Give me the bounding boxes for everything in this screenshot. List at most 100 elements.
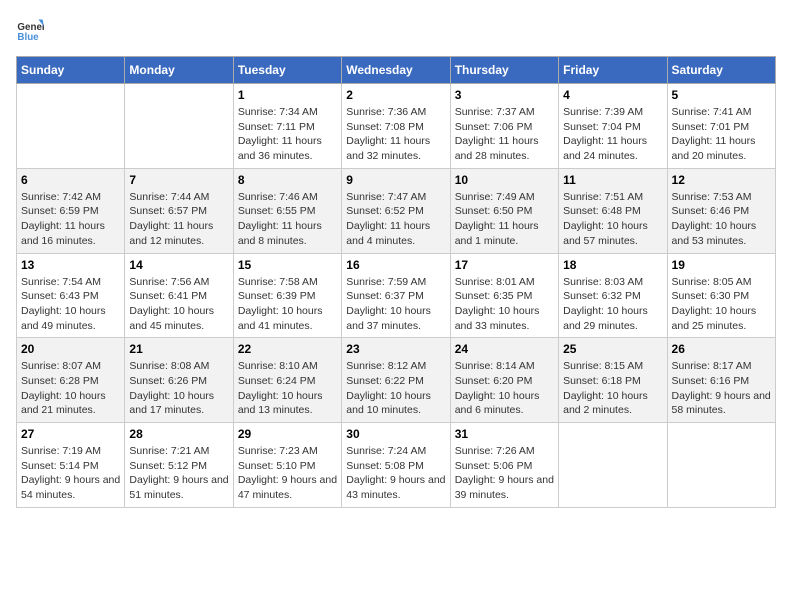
calendar-cell: 30 Sunrise: 7:24 AM Sunset: 5:08 PM Dayli… <box>342 423 450 508</box>
day-number: 31 <box>455 427 554 441</box>
calendar-cell: 5 Sunrise: 7:41 AM Sunset: 7:01 PM Daylig… <box>667 84 775 169</box>
day-info: Sunrise: 8:15 AM Sunset: 6:18 PM Dayligh… <box>563 359 662 418</box>
calendar-cell: 17 Sunrise: 8:01 AM Sunset: 6:35 PM Dayli… <box>450 253 558 338</box>
day-info: Sunrise: 7:26 AM Sunset: 5:06 PM Dayligh… <box>455 444 554 503</box>
calendar-cell <box>559 423 667 508</box>
calendar-cell: 31 Sunrise: 7:26 AM Sunset: 5:06 PM Dayli… <box>450 423 558 508</box>
day-number: 4 <box>563 88 662 102</box>
day-number: 26 <box>672 342 771 356</box>
calendar-cell: 21 Sunrise: 8:08 AM Sunset: 6:26 PM Dayli… <box>125 338 233 423</box>
day-info: Sunrise: 7:41 AM Sunset: 7:01 PM Dayligh… <box>672 105 771 164</box>
day-number: 16 <box>346 258 445 272</box>
calendar-cell: 24 Sunrise: 8:14 AM Sunset: 6:20 PM Dayli… <box>450 338 558 423</box>
day-number: 27 <box>21 427 120 441</box>
day-number: 5 <box>672 88 771 102</box>
calendar-cell: 26 Sunrise: 8:17 AM Sunset: 6:16 PM Dayli… <box>667 338 775 423</box>
day-number: 13 <box>21 258 120 272</box>
day-header-sunday: Sunday <box>17 57 125 84</box>
calendar-cell: 19Sunrise: 8:05 AM Sunset: 6:30 PM Dayli… <box>667 253 775 338</box>
day-info: Sunrise: 8:07 AM Sunset: 6:28 PM Dayligh… <box>21 359 120 418</box>
svg-text:Blue: Blue <box>17 32 39 43</box>
day-info: Sunrise: 7:39 AM Sunset: 7:04 PM Dayligh… <box>563 105 662 164</box>
calendar-cell: 6 Sunrise: 7:42 AM Sunset: 6:59 PM Daylig… <box>17 168 125 253</box>
calendar-cell: 18Sunrise: 8:03 AM Sunset: 6:32 PM Dayli… <box>559 253 667 338</box>
calendar-table: SundayMondayTuesdayWednesdayThursdayFrid… <box>16 56 776 508</box>
day-info: Sunrise: 7:47 AM Sunset: 6:52 PM Dayligh… <box>346 190 445 249</box>
day-info: Sunrise: 8:10 AM Sunset: 6:24 PM Dayligh… <box>238 359 337 418</box>
day-number: 10 <box>455 173 554 187</box>
day-number: 30 <box>346 427 445 441</box>
logo-icon: General Blue <box>16 16 44 44</box>
day-info: Sunrise: 8:03 AM Sunset: 6:32 PM Dayligh… <box>563 275 662 334</box>
calendar-cell: 9 Sunrise: 7:47 AM Sunset: 6:52 PM Daylig… <box>342 168 450 253</box>
day-info: Sunrise: 7:58 AM Sunset: 6:39 PM Dayligh… <box>238 275 337 334</box>
day-header-friday: Friday <box>559 57 667 84</box>
day-number: 1 <box>238 88 337 102</box>
calendar-cell: 14 Sunrise: 7:56 AM Sunset: 6:41 PM Dayli… <box>125 253 233 338</box>
day-number: 15 <box>238 258 337 272</box>
day-info: Sunrise: 7:53 AM Sunset: 6:46 PM Dayligh… <box>672 190 771 249</box>
calendar-cell: 10 Sunrise: 7:49 AM Sunset: 6:50 PM Dayli… <box>450 168 558 253</box>
calendar-cell: 2 Sunrise: 7:36 AM Sunset: 7:08 PM Daylig… <box>342 84 450 169</box>
calendar-cell: 13 Sunrise: 7:54 AM Sunset: 6:43 PM Dayli… <box>17 253 125 338</box>
calendar-cell: 11 Sunrise: 7:51 AM Sunset: 6:48 PM Dayli… <box>559 168 667 253</box>
day-number: 2 <box>346 88 445 102</box>
calendar-cell: 1Sunrise: 7:34 AM Sunset: 7:11 PM Daylig… <box>233 84 341 169</box>
day-number: 17 <box>455 258 554 272</box>
calendar-cell: 7 Sunrise: 7:44 AM Sunset: 6:57 PM Daylig… <box>125 168 233 253</box>
calendar-cell: 29 Sunrise: 7:23 AM Sunset: 5:10 PM Dayli… <box>233 423 341 508</box>
day-info: Sunrise: 8:08 AM Sunset: 6:26 PM Dayligh… <box>129 359 228 418</box>
day-info: Sunrise: 7:19 AM Sunset: 5:14 PM Dayligh… <box>21 444 120 503</box>
day-header-thursday: Thursday <box>450 57 558 84</box>
day-info: Sunrise: 7:56 AM Sunset: 6:41 PM Dayligh… <box>129 275 228 334</box>
day-info: Sunrise: 7:24 AM Sunset: 5:08 PM Dayligh… <box>346 444 445 503</box>
calendar-cell: 22 Sunrise: 8:10 AM Sunset: 6:24 PM Dayli… <box>233 338 341 423</box>
calendar-cell: 3 Sunrise: 7:37 AM Sunset: 7:06 PM Daylig… <box>450 84 558 169</box>
calendar-cell: 12 Sunrise: 7:53 AM Sunset: 6:46 PM Dayli… <box>667 168 775 253</box>
day-number: 3 <box>455 88 554 102</box>
day-info: Sunrise: 7:23 AM Sunset: 5:10 PM Dayligh… <box>238 444 337 503</box>
calendar-cell: 23 Sunrise: 8:12 AM Sunset: 6:22 PM Dayli… <box>342 338 450 423</box>
day-number: 7 <box>129 173 228 187</box>
day-info: Sunrise: 8:01 AM Sunset: 6:35 PM Dayligh… <box>455 275 554 334</box>
calendar-cell: 25 Sunrise: 8:15 AM Sunset: 6:18 PM Dayli… <box>559 338 667 423</box>
header: General Blue <box>16 16 776 44</box>
day-info: Sunrise: 7:49 AM Sunset: 6:50 PM Dayligh… <box>455 190 554 249</box>
day-number: 6 <box>21 173 120 187</box>
day-info: Sunrise: 8:17 AM Sunset: 6:16 PM Dayligh… <box>672 359 771 418</box>
day-number: 9 <box>346 173 445 187</box>
day-number: 12 <box>672 173 771 187</box>
day-header-wednesday: Wednesday <box>342 57 450 84</box>
calendar-cell <box>125 84 233 169</box>
day-info: Sunrise: 7:51 AM Sunset: 6:48 PM Dayligh… <box>563 190 662 249</box>
day-info: Sunrise: 7:44 AM Sunset: 6:57 PM Dayligh… <box>129 190 228 249</box>
day-number: 19 <box>672 258 771 272</box>
calendar-cell: 16 Sunrise: 7:59 AM Sunset: 6:37 PM Dayli… <box>342 253 450 338</box>
day-info: Sunrise: 7:54 AM Sunset: 6:43 PM Dayligh… <box>21 275 120 334</box>
day-info: Sunrise: 8:12 AM Sunset: 6:22 PM Dayligh… <box>346 359 445 418</box>
day-number: 14 <box>129 258 228 272</box>
day-header-tuesday: Tuesday <box>233 57 341 84</box>
day-number: 29 <box>238 427 337 441</box>
day-header-monday: Monday <box>125 57 233 84</box>
day-number: 22 <box>238 342 337 356</box>
day-number: 20 <box>21 342 120 356</box>
day-number: 28 <box>129 427 228 441</box>
day-number: 23 <box>346 342 445 356</box>
day-number: 24 <box>455 342 554 356</box>
day-header-saturday: Saturday <box>667 57 775 84</box>
day-number: 25 <box>563 342 662 356</box>
calendar-cell: 4 Sunrise: 7:39 AM Sunset: 7:04 PM Daylig… <box>559 84 667 169</box>
day-info: Sunrise: 7:36 AM Sunset: 7:08 PM Dayligh… <box>346 105 445 164</box>
day-number: 21 <box>129 342 228 356</box>
day-info: Sunrise: 7:37 AM Sunset: 7:06 PM Dayligh… <box>455 105 554 164</box>
calendar-cell: 20 Sunrise: 8:07 AM Sunset: 6:28 PM Dayli… <box>17 338 125 423</box>
day-info: Sunrise: 7:42 AM Sunset: 6:59 PM Dayligh… <box>21 190 120 249</box>
logo: General Blue <box>16 16 48 44</box>
day-number: 11 <box>563 173 662 187</box>
calendar-cell <box>667 423 775 508</box>
day-info: Sunrise: 8:14 AM Sunset: 6:20 PM Dayligh… <box>455 359 554 418</box>
day-info: Sunrise: 7:21 AM Sunset: 5:12 PM Dayligh… <box>129 444 228 503</box>
day-info: Sunrise: 7:59 AM Sunset: 6:37 PM Dayligh… <box>346 275 445 334</box>
calendar-cell <box>17 84 125 169</box>
